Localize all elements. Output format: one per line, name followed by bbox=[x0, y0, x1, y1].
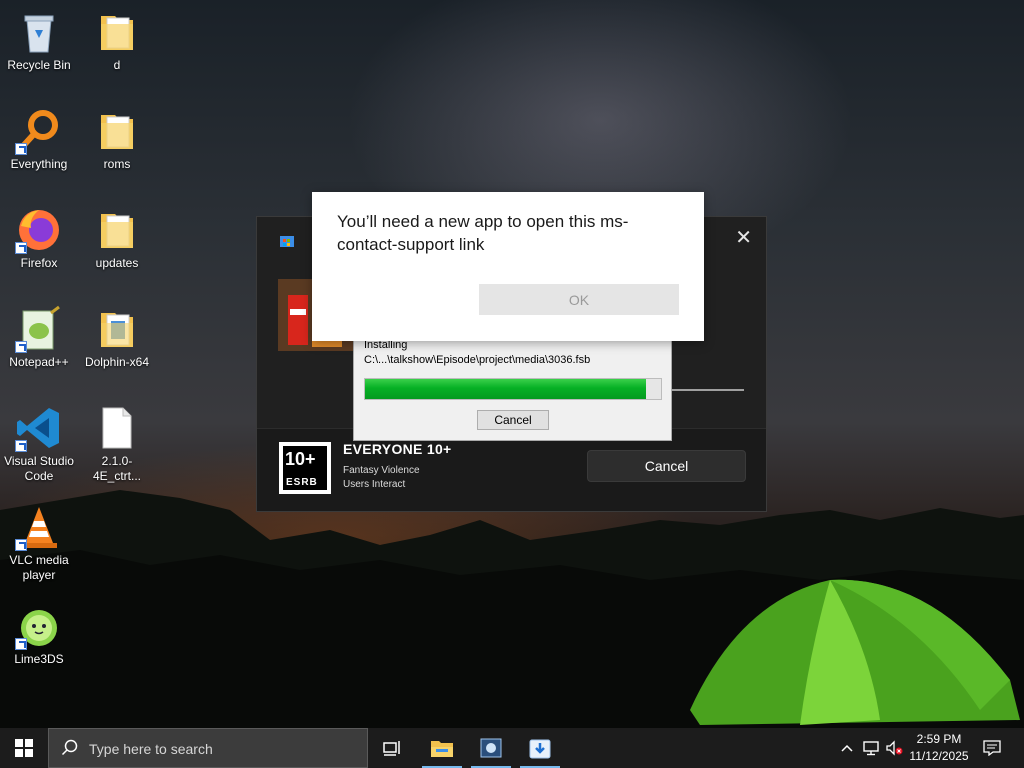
everything-search-icon bbox=[15, 107, 63, 155]
folder-icon bbox=[93, 107, 141, 155]
esrb-descriptor: Fantasy Violence bbox=[343, 465, 420, 476]
desktop-icon-label: Notepad++ bbox=[9, 355, 69, 369]
installer-progress-bar bbox=[364, 378, 662, 400]
desktop-icon-roms[interactable]: roms bbox=[79, 107, 155, 172]
desktop-icon-label: Everything bbox=[10, 157, 68, 171]
esrb-rating-badge: 10+ ESRB bbox=[279, 442, 331, 494]
volume-muted-icon bbox=[886, 740, 903, 756]
desktop-icon-label: VLC media player bbox=[9, 553, 69, 582]
dialog-message: You’ll need a new app to open this ms-co… bbox=[337, 212, 629, 254]
taskbar: Type here to search 2:59 PM 11/12/2025 bbox=[0, 728, 1024, 768]
network-button[interactable] bbox=[860, 728, 882, 768]
desktop-icon-updates[interactable]: updates bbox=[79, 206, 155, 271]
store-installer-taskbar-button[interactable] bbox=[516, 728, 564, 768]
clock-date: 11/12/2025 bbox=[909, 749, 969, 763]
desktop-icon-label: Firefox bbox=[20, 256, 58, 270]
desktop-icon-d[interactable]: d bbox=[79, 8, 155, 73]
folder-icon bbox=[93, 206, 141, 254]
file-explorer-icon bbox=[431, 741, 453, 757]
task-view-icon bbox=[383, 741, 400, 756]
shortcut-arrow-icon bbox=[15, 539, 27, 551]
installer-progress-dialog: Installing C:\...\talkshow\Episode\proje… bbox=[353, 338, 672, 441]
shortcut-arrow-icon bbox=[15, 440, 27, 452]
store-progress-line bbox=[672, 389, 744, 391]
desktop-icon-label: Visual Studio Code bbox=[4, 454, 74, 483]
task-view-button[interactable] bbox=[368, 728, 416, 768]
show-hidden-icons-button[interactable] bbox=[838, 728, 856, 768]
start-button[interactable] bbox=[0, 728, 48, 768]
close-icon[interactable]: ✕ bbox=[735, 225, 752, 250]
vscode-icon bbox=[15, 404, 63, 452]
lime-icon bbox=[15, 602, 63, 650]
search-icon bbox=[61, 739, 78, 756]
folder-icon bbox=[93, 305, 141, 353]
shortcut-arrow-icon bbox=[15, 341, 27, 353]
desktop-icon-lime3ds[interactable]: Lime3DS bbox=[1, 602, 77, 667]
folder-icon bbox=[93, 8, 141, 56]
taskbar-search-box[interactable]: Type here to search bbox=[48, 728, 368, 768]
file-explorer-button[interactable] bbox=[418, 728, 466, 768]
desktop-icon-label: d bbox=[113, 58, 121, 72]
desktop-icon-label: Recycle Bin bbox=[7, 58, 71, 72]
desktop-icon-file[interactable]: 2.1.0-4E_ctrt... bbox=[79, 404, 155, 484]
shortcut-arrow-icon bbox=[15, 638, 27, 650]
ok-button[interactable]: OK bbox=[479, 284, 679, 315]
desktop-icon-label: Lime3DS bbox=[14, 652, 64, 666]
search-placeholder: Type here to search bbox=[89, 741, 213, 757]
network-icon bbox=[863, 741, 879, 756]
app-needed-dialog: You’ll need a new app to open this ms-co… bbox=[312, 192, 704, 341]
desktop-icon-label: 2.1.0-4E_ctrt... bbox=[92, 454, 142, 483]
firefox-icon bbox=[15, 206, 63, 254]
installer-progress-fill bbox=[365, 379, 647, 399]
esrb-rating-title: EVERYONE 10+ bbox=[343, 441, 452, 457]
installer-cancel-button[interactable]: Cancel bbox=[477, 410, 549, 430]
desktop-icon-label: Dolphin-x64 bbox=[84, 355, 150, 369]
desktop-icon-firefox[interactable]: Firefox bbox=[1, 206, 77, 271]
recycle-bin-icon bbox=[15, 8, 63, 56]
action-center-button[interactable] bbox=[980, 728, 1004, 768]
app-taskbar-button[interactable] bbox=[467, 728, 515, 768]
desktop-icon-label: roms bbox=[103, 157, 131, 171]
desktop-icon-notepadpp[interactable]: Notepad++ bbox=[1, 305, 77, 370]
esrb-logo-text: ESRB bbox=[286, 477, 318, 488]
microsoft-store-icon bbox=[280, 236, 294, 247]
desktop-icon-vscode[interactable]: Visual Studio Code bbox=[1, 404, 77, 484]
desktop-icon-everything[interactable]: Everything bbox=[1, 107, 77, 172]
system-clock[interactable]: 2:59 PM 11/12/2025 bbox=[902, 731, 976, 765]
notepad-plus-plus-icon bbox=[15, 305, 63, 353]
tent-image bbox=[690, 579, 1020, 725]
vlc-cone-icon bbox=[15, 503, 63, 551]
installer-file-path: C:\...\talkshow\Episode\project\media\30… bbox=[364, 354, 591, 366]
desktop-icon-recycle-bin[interactable]: Recycle Bin bbox=[1, 8, 77, 73]
desktop-icon-vlc[interactable]: VLC media player bbox=[1, 503, 77, 583]
file-icon bbox=[93, 404, 141, 452]
windows-logo-icon bbox=[15, 739, 33, 757]
esrb-descriptor: Users Interact bbox=[343, 479, 406, 490]
notification-icon bbox=[983, 740, 1001, 756]
app-window-icon bbox=[480, 738, 502, 758]
shortcut-arrow-icon bbox=[15, 242, 27, 254]
shortcut-arrow-icon bbox=[15, 143, 27, 155]
desktop-icon-label: updates bbox=[95, 256, 139, 270]
clock-time: 2:59 PM bbox=[916, 732, 962, 746]
download-icon bbox=[529, 739, 551, 759]
desktop-icon-dolphin[interactable]: Dolphin-x64 bbox=[79, 305, 155, 370]
store-cancel-button[interactable]: Cancel bbox=[587, 450, 746, 482]
chevron-up-icon bbox=[841, 744, 853, 752]
esrb-age-label: 10+ bbox=[285, 449, 316, 469]
